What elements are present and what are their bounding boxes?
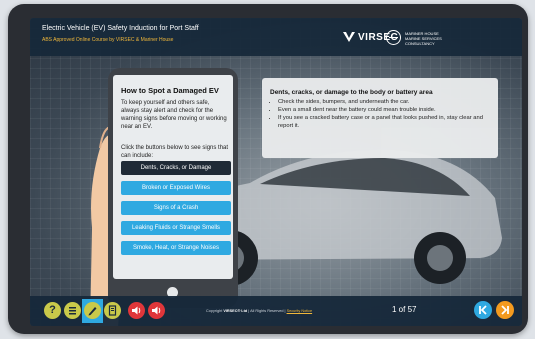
document-icon xyxy=(108,305,117,316)
dents-cracks-damage-button[interactable]: Dents, Cracks, or Damage xyxy=(121,161,231,175)
broken-wires-button[interactable]: Broken or Exposed Wires xyxy=(121,181,231,195)
card-title: How to Spot a Damaged EV xyxy=(121,86,219,95)
leaking-fluids-button[interactable]: Leaking Fluids or Strange Smells xyxy=(121,221,231,235)
course-subtitle: ABS Approved Online Course by VIRSEC & M… xyxy=(42,37,174,43)
signs-of-crash-button[interactable]: Signs of a Crash xyxy=(121,201,231,215)
copyright-text: Copyright VIRSEC® Ltd | All Rights Reser… xyxy=(206,309,313,313)
info-bullet-list: Check the sides, bumpers, and underneath… xyxy=(268,99,498,131)
info-panel: Dents, cracks, or damage to the body or … xyxy=(262,78,498,158)
phone-device: How to Spot a Damaged EV To keep yoursel… xyxy=(108,68,238,308)
speaker-icon xyxy=(132,306,141,315)
security-notice-link[interactable]: Security Notice xyxy=(287,309,313,313)
mariner-house-logo-icon xyxy=(386,30,401,45)
list-icon xyxy=(69,307,76,315)
chevron-left-icon xyxy=(479,305,487,315)
course-title: Electric Vehicle (EV) Safety Induction f… xyxy=(42,25,199,32)
pencil-icon xyxy=(88,307,97,316)
smoke-heat-noises-button[interactable]: Smoke, Heat, or Strange Noises xyxy=(121,241,231,255)
partner-text: MARINER HOUSE MARINE SERVICES CONSULTANC… xyxy=(405,31,442,46)
info-heading: Dents, cracks, or damage to the body or … xyxy=(270,89,433,96)
course-screen: Electric Vehicle (EV) Safety Induction f… xyxy=(30,18,522,326)
card-intro: To keep yourself and others safe, always… xyxy=(121,100,227,130)
course-footer: ? Copyright VIRSEC® Ltd | All Rights Res… xyxy=(30,296,522,326)
course-header: Electric Vehicle (EV) Safety Induction f… xyxy=(30,18,522,56)
back-button[interactable] xyxy=(474,301,492,319)
info-bullet: Check the sides, bumpers, and underneath… xyxy=(278,99,498,106)
chevron-right-icon xyxy=(501,305,509,315)
speaker-icon xyxy=(152,306,161,315)
next-button[interactable] xyxy=(496,301,514,319)
page-counter: 1 of 57 xyxy=(392,305,417,314)
info-card: How to Spot a Damaged EV To keep yoursel… xyxy=(113,75,233,279)
virsec-logo-icon xyxy=(343,32,355,42)
card-prompt: Click the buttons below to see signs tha… xyxy=(121,145,229,159)
help-button[interactable]: ? xyxy=(44,302,61,319)
info-bullet: Even a small dent near the battery could… xyxy=(278,107,498,114)
tablet-frame: Electric Vehicle (EV) Safety Induction f… xyxy=(8,4,528,334)
audio-button[interactable] xyxy=(128,302,145,319)
narration-button[interactable] xyxy=(148,302,165,319)
info-bullet: If you see a cracked battery case or a p… xyxy=(278,115,498,129)
resources-button[interactable] xyxy=(104,302,121,319)
notes-button[interactable] xyxy=(84,302,101,319)
menu-list-button[interactable] xyxy=(64,302,81,319)
